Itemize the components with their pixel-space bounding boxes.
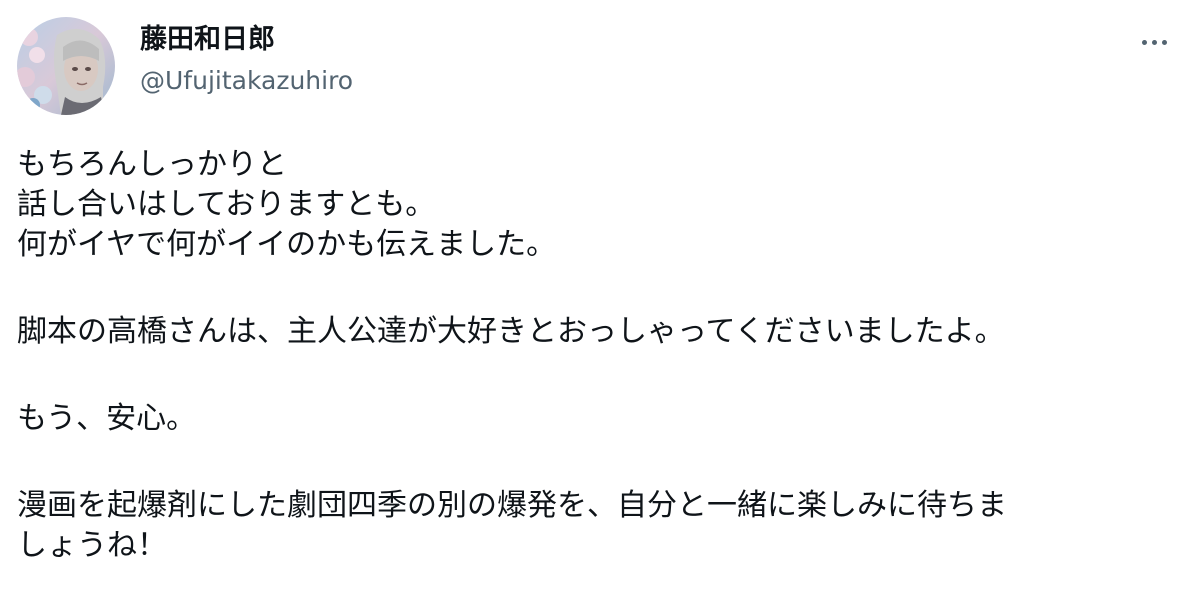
author-handle[interactable]: @Ufujitakazuhiro <box>140 64 353 98</box>
avatar[interactable] <box>17 17 115 115</box>
more-horizontal-icon <box>1141 39 1147 45</box>
more-horizontal-icon <box>1161 39 1167 45</box>
tweet-text: もちろんしっかりと 話し合いはしておりますとも。 何がイヤで何がイイのかも伝えま… <box>17 145 1177 566</box>
tweet-card: 藤田和日郎 @Ufujitakazuhiro もちろんしっかりと 話し合いはして… <box>0 0 1200 600</box>
tweet-text-line: 何がイヤで何がイイのかも伝えました。 <box>17 227 557 262</box>
tweet-text-line: もちろんしっかりと <box>17 147 287 182</box>
tweet-text-line: もう、安心。 <box>17 401 197 436</box>
tweet-text-line: 漫画を起爆剤にした劇団四季の別の爆発を、自分と一緒に楽しみに待ちま <box>17 488 1007 523</box>
tweet-text-line: 脚本の高橋さんは、主人公達が大好きとおっしゃってくださいましたよ。 <box>17 314 1005 349</box>
tweet-text-line: 話し合いはしておりますとも。 <box>17 187 436 222</box>
more-horizontal-icon <box>1151 39 1157 45</box>
tweet-text-line: しょうね！ <box>17 528 167 563</box>
author-info: 藤田和日郎 @Ufujitakazuhiro <box>140 22 353 98</box>
author-display-name[interactable]: 藤田和日郎 <box>140 22 353 58</box>
avatar-photo-icon <box>17 17 115 115</box>
more-options-button[interactable] <box>1132 28 1176 56</box>
